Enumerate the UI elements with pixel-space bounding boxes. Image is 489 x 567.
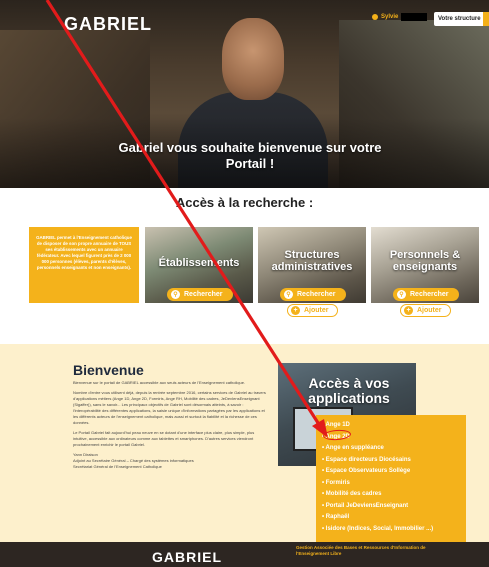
user-menu[interactable]: Sylvie: [372, 13, 428, 21]
button-label: Rechercher: [184, 291, 223, 298]
bienvenue-paragraph: Nombre d'entre vous utilisent déjà, depu…: [73, 390, 266, 425]
apps-title: Accès à vos applications: [308, 375, 390, 406]
header-side-tab[interactable]: [483, 12, 489, 26]
bienvenue-paragraph: Bienvenue sur le portail de GABRIEL acce…: [73, 380, 246, 385]
ajouter-structure-button[interactable]: + Ajouter: [287, 304, 338, 317]
apps-item-raphael[interactable]: Raphaël: [322, 512, 460, 524]
search-icon: ⚲: [284, 290, 293, 299]
search-icon: ⚲: [171, 290, 180, 299]
button-label: Ajouter: [304, 307, 329, 314]
redacted-user-surname: [401, 13, 428, 21]
bienvenue-text: Bienvenue sur le portail de GABRIEL acce…: [73, 380, 269, 470]
card-label: Structures administratives: [271, 249, 353, 273]
apps-item-espace-directeurs[interactable]: Espace directeurs Diocésains: [322, 455, 460, 467]
plus-icon: +: [404, 306, 413, 315]
footer-tagline: Gestion Associée des Bases et Ressources…: [296, 545, 426, 556]
user-icon: [372, 14, 378, 20]
rechercher-personnels-button[interactable]: ⚲ Rechercher: [393, 288, 459, 301]
bienvenue-title: Bienvenue: [73, 362, 144, 378]
signature-organisation: Secrétariat Général de l'Enseignement Ca…: [73, 464, 162, 469]
plus-icon: +: [291, 306, 300, 315]
header-logo[interactable]: GABRIEL: [64, 14, 152, 35]
rechercher-etablissements-button[interactable]: ⚲ Rechercher: [167, 288, 233, 301]
search-section-title: Accès à la recherche :: [175, 195, 314, 210]
button-label: Ajouter: [417, 307, 442, 314]
rechercher-structures-button[interactable]: ⚲ Rechercher: [280, 288, 346, 301]
apps-item-mobilite-cadres[interactable]: Mobilité des cadres: [322, 489, 460, 501]
user-name: Sylvie: [381, 14, 399, 20]
apps-item-ange-suppleance[interactable]: Ange en suppléance: [322, 443, 460, 455]
apps-item-isidore[interactable]: Isidore (Indices, Social, Immobilier ...…: [322, 524, 460, 536]
card-label: Établissements: [158, 257, 240, 269]
apps-item-portail-jedeviensenseignant[interactable]: Portail JeDeviensEnseignant: [322, 501, 460, 513]
bienvenue-paragraph: Le Portail Gabriel fait aujourd'hui peau…: [73, 430, 255, 447]
apps-item-formiris[interactable]: Formiris: [322, 478, 460, 490]
votre-structure-button[interactable]: Votre structure: [434, 12, 485, 26]
button-label: Rechercher: [410, 291, 449, 298]
button-label: Rechercher: [297, 291, 336, 298]
hero-person-head: [222, 18, 284, 100]
hero-welcome-text: Gabriel vous souhaite bienvenue sur votr…: [118, 140, 382, 171]
search-icon: ⚲: [397, 290, 406, 299]
apps-item-espace-observateurs[interactable]: Espace Observateurs Sollège: [322, 466, 460, 478]
card-label: Personnels & enseignants: [389, 249, 461, 273]
footer-logo: GABRIEL: [152, 549, 222, 565]
search-intro-box: GABRIEL permet à l'Enseignement catholiq…: [29, 227, 139, 303]
ajouter-personnel-button[interactable]: + Ajouter: [400, 304, 451, 317]
